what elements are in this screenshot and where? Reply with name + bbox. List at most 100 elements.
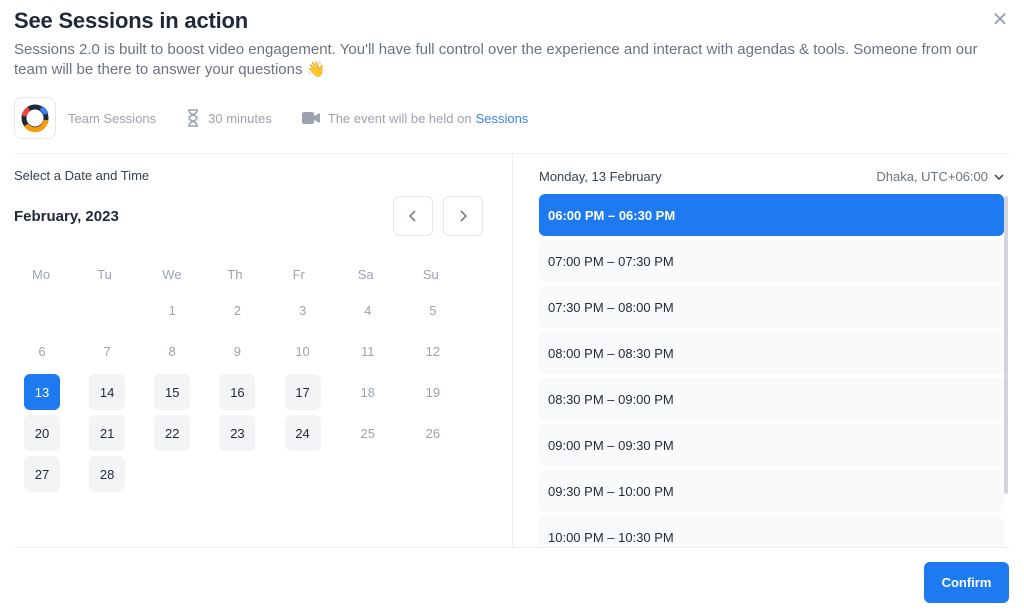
calendar-week: 27 28 bbox=[22, 454, 478, 495]
dialog-description: Sessions 2.0 is built to boost video eng… bbox=[14, 41, 978, 78]
calendar-cell: 23 bbox=[217, 413, 282, 454]
calendar-cell bbox=[217, 454, 282, 495]
calendar-cell: 15 bbox=[152, 372, 217, 413]
duration-label: 30 minutes bbox=[208, 110, 272, 126]
calendar-body: 1 2 3 4 5 6 7 8 9 10 11 12 13 14 15 16 17 18 19 20 21 22 23 24 2… bbox=[22, 290, 478, 495]
calendar-day: 18 bbox=[360, 384, 375, 400]
calendar-day[interactable]: 16 bbox=[219, 374, 256, 410]
event-meta: Team Sessions 30 minutes The event will … bbox=[14, 96, 558, 140]
calendar-day[interactable]: 17 bbox=[284, 374, 321, 410]
calendar-day: 12 bbox=[425, 343, 441, 359]
organizer: Team Sessions bbox=[68, 111, 156, 126]
calendar-cell: 6 bbox=[22, 331, 87, 372]
calendar-cell: 18 bbox=[348, 372, 413, 413]
calendar-day: 5 bbox=[429, 302, 437, 318]
location: The event will be held on Sessions bbox=[301, 111, 529, 126]
calendar-day[interactable]: 27 bbox=[24, 456, 60, 492]
weekday-label: We bbox=[162, 267, 182, 282]
calendar-week: 13 14 15 16 17 18 19 bbox=[22, 372, 478, 413]
calendar-cell: 17 bbox=[283, 372, 348, 413]
time-slot[interactable]: 07:30 PM – 08:00 PM bbox=[539, 286, 1004, 328]
weekday-label: Mo bbox=[32, 267, 51, 282]
calendar-cell: 3 bbox=[283, 290, 348, 331]
calendar-cell: 12 bbox=[413, 331, 478, 372]
calendar-day[interactable]: 22 bbox=[154, 415, 191, 451]
chevron-left-icon bbox=[409, 210, 416, 222]
calendar-cell bbox=[87, 290, 152, 331]
video-camera-icon bbox=[301, 112, 320, 124]
time-slot[interactable]: 09:30 PM – 10:00 PM bbox=[539, 470, 1004, 512]
calendar-cell: 20 bbox=[22, 413, 87, 454]
calendar-cell: 25 bbox=[348, 413, 413, 454]
chevron-right-icon bbox=[460, 210, 467, 222]
calendar-week: 20 21 22 23 24 25 26 bbox=[22, 413, 478, 454]
time-slot[interactable]: 08:00 PM – 08:30 PM bbox=[539, 332, 1004, 374]
organizer-avatar bbox=[14, 97, 56, 139]
weekday-label: Tu bbox=[97, 267, 112, 282]
calendar-day[interactable]: 23 bbox=[219, 415, 256, 451]
weekday-label: Th bbox=[227, 267, 243, 282]
calendar-day: 4 bbox=[364, 302, 372, 318]
calendar-cell: 14 bbox=[87, 372, 152, 413]
time-slot-selected[interactable]: 06:00 PM – 06:30 PM bbox=[539, 194, 1004, 236]
time-slot[interactable]: 08:30 PM – 09:00 PM bbox=[539, 378, 1004, 420]
location-link[interactable]: Sessions bbox=[476, 111, 529, 126]
calendar-cell bbox=[348, 454, 413, 495]
next-month-button[interactable] bbox=[443, 196, 483, 236]
divider-vertical bbox=[512, 154, 513, 547]
calendar-cell: 5 bbox=[413, 290, 478, 331]
calendar-week: 1 2 3 4 5 bbox=[22, 290, 478, 331]
calendar-day[interactable]: 15 bbox=[154, 374, 191, 410]
calendar-cell: 24 bbox=[283, 413, 348, 454]
calendar-cell: 16 bbox=[217, 372, 282, 413]
calendar-cell: 21 bbox=[87, 413, 152, 454]
calendar-day: 1 bbox=[168, 302, 176, 318]
organizer-name: Team Sessions bbox=[68, 110, 157, 126]
time-slot[interactable]: 07:00 PM – 07:30 PM bbox=[539, 240, 1004, 282]
calendar-cell: 8 bbox=[152, 331, 217, 372]
calendar-grid: Mo Tu We Th Fr Sa Su 1 2 3 4 5 6 7 8 9 10 11 12 13 14 15 16 17… bbox=[22, 260, 478, 495]
calendar-cell bbox=[283, 454, 348, 495]
prev-month-button[interactable] bbox=[393, 196, 433, 236]
calendar-cell: 9 bbox=[217, 331, 282, 372]
time-slot[interactable]: 10:00 PM – 10:30 PM bbox=[539, 516, 1004, 547]
hourglass-icon bbox=[188, 109, 199, 127]
calendar-cell bbox=[22, 290, 87, 331]
calendar-day[interactable]: 28 bbox=[89, 456, 126, 492]
calendar-day: 10 bbox=[295, 343, 310, 359]
timezone-select[interactable]: Dhaka, UTC+06:00 bbox=[876, 169, 1004, 184]
calendar-cell: 10 bbox=[283, 331, 348, 372]
month-label: February, 2023 bbox=[14, 208, 119, 225]
weekday-label: Sa bbox=[357, 267, 374, 282]
calendar-day: 3 bbox=[298, 302, 307, 318]
calendar-day[interactable]: 14 bbox=[89, 374, 126, 410]
calendar-cell: 19 bbox=[413, 372, 478, 413]
calendar-cell: 1 bbox=[152, 290, 217, 331]
confirm-button[interactable]: Confirm bbox=[924, 562, 1009, 603]
calendar-day[interactable]: 21 bbox=[89, 415, 126, 451]
time-slot[interactable]: 09:00 PM – 09:30 PM bbox=[539, 424, 1004, 466]
weekday-header: Mo Tu We Th Fr Sa Su bbox=[22, 260, 478, 290]
close-button[interactable]: ✕ bbox=[988, 8, 1012, 32]
calendar-cell: 22 bbox=[152, 413, 217, 454]
time-slot-scrollbar[interactable] bbox=[1004, 196, 1008, 494]
calendar-day[interactable]: 24 bbox=[284, 415, 321, 451]
close-icon[interactable]: ✕ bbox=[992, 9, 1009, 31]
calendar-day: 9 bbox=[233, 343, 242, 359]
calendar-cell: 4 bbox=[348, 290, 413, 331]
duration: 30 minutes bbox=[186, 109, 272, 127]
weekday-label: Fr bbox=[292, 267, 305, 282]
calendar-cell: 2 bbox=[217, 290, 282, 331]
calendar-day: 25 bbox=[360, 425, 375, 441]
calendar-day: 19 bbox=[425, 384, 441, 400]
selected-date-label: Monday, 13 February bbox=[539, 169, 662, 184]
calendar-cell bbox=[152, 454, 217, 495]
calendar-cell: 11 bbox=[348, 331, 413, 372]
calendar-day-selected[interactable]: 13 bbox=[24, 374, 60, 410]
chevron-down-icon bbox=[994, 173, 1004, 180]
calendar-day: 2 bbox=[233, 302, 242, 318]
time-slot-list[interactable]: 06:00 PM – 06:30 PM 07:00 PM – 07:30 PM 07… bbox=[539, 194, 1005, 547]
calendar-day: 7 bbox=[103, 343, 111, 359]
sessions-logo-icon bbox=[21, 104, 49, 133]
calendar-day[interactable]: 20 bbox=[24, 415, 60, 451]
